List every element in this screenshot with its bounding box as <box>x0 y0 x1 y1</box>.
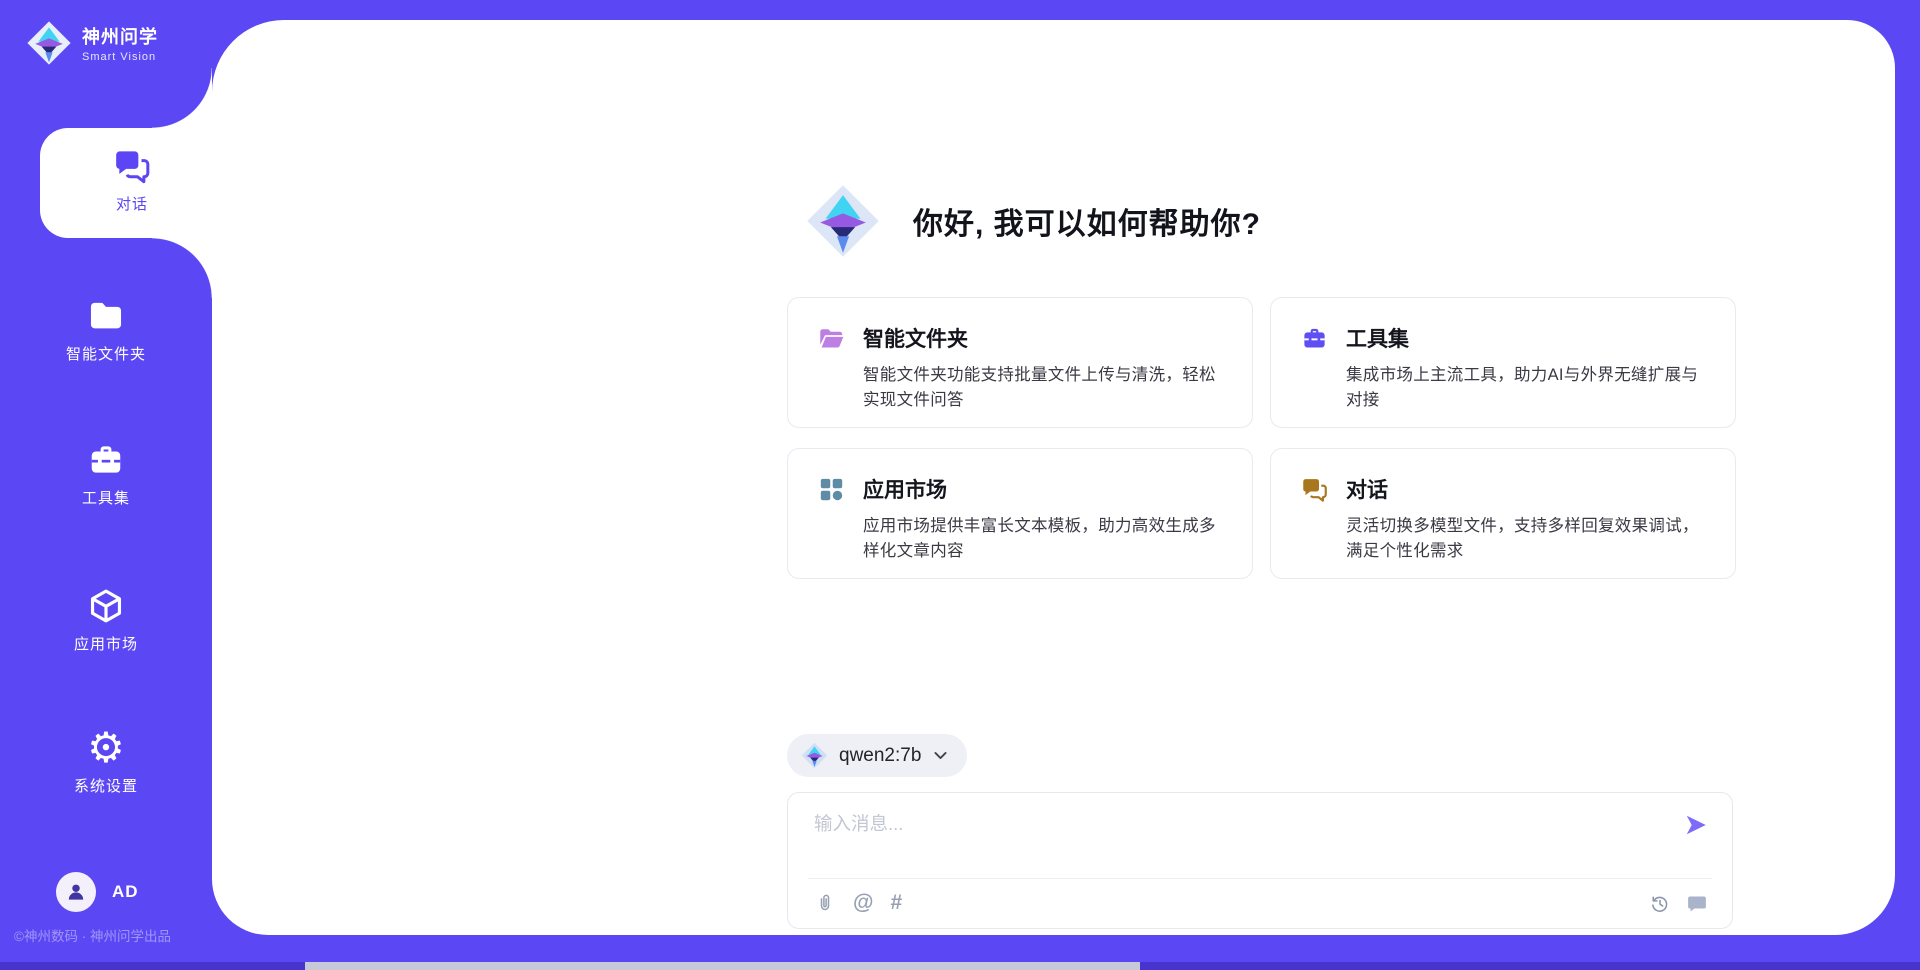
chevron-down-icon <box>932 747 949 764</box>
send-button[interactable] <box>1682 812 1710 840</box>
card-description: 智能文件夹功能支持批量文件上传与清洗，轻松实现文件问答 <box>863 363 1224 413</box>
assistant-logo-icon <box>805 183 881 259</box>
feature-card-app-market[interactable]: 应用市场 应用市场提供丰富长文本模板，助力高效生成多样化文章内容 <box>787 448 1253 579</box>
toolbox-icon <box>1301 325 1331 407</box>
app-logo: 神州问学 Smart Vision <box>26 20 158 66</box>
greeting: 你好, 我可以如何帮助你? <box>805 183 1261 259</box>
history-icon <box>1649 893 1671 915</box>
input-toolbar-right <box>1649 893 1708 915</box>
sidebar-item-toolset[interactable]: 工具集 <box>0 440 212 508</box>
card-title: 对话 <box>1346 474 1707 504</box>
copyright: ©神州数码 · 神州问学出品 <box>14 925 171 945</box>
sidebar-item-label: 工具集 <box>82 487 130 508</box>
sidebar-item-settings[interactable]: ⚙ 系统设置 <box>0 728 212 796</box>
folder-icon <box>86 296 126 336</box>
app-name: 神州问学 <box>82 23 158 49</box>
sidebar: 神州问学 Smart Vision 对话 智能文件夹 <box>0 0 212 970</box>
model-selector[interactable]: qwen2:7b <box>787 734 967 777</box>
user-icon <box>64 880 88 904</box>
card-description: 应用市场提供丰富长文本模板，助力高效生成多样化文章内容 <box>863 514 1224 564</box>
card-title: 工具集 <box>1346 323 1707 353</box>
tab-fillet-bottom <box>152 238 212 298</box>
chat-bubble-button[interactable] <box>1686 893 1708 915</box>
app-window: 神州问学 Smart Vision 对话 智能文件夹 <box>0 0 1920 970</box>
sidebar-item-label: 智能文件夹 <box>66 343 146 364</box>
model-logo-icon <box>801 742 828 769</box>
model-name: qwen2:7b <box>839 745 921 767</box>
folder-open-icon <box>818 325 848 407</box>
main-panel: 你好, 我可以如何帮助你? 智能文件夹 智能文件夹功能支持批量文件上传与清洗，轻… <box>212 20 1895 935</box>
chat-icon <box>112 146 152 186</box>
chat-icon <box>1301 476 1331 558</box>
sidebar-item-smart-folder[interactable]: 智能文件夹 <box>0 296 212 364</box>
input-divider <box>808 878 1712 879</box>
user-name: AD <box>112 882 139 902</box>
message-input[interactable] <box>814 813 1634 835</box>
card-description: 灵活切换多模型文件，支持多样回复效果调试，满足个性化需求 <box>1346 514 1707 564</box>
gear-icon: ⚙ <box>86 728 126 768</box>
cube-icon <box>86 586 126 626</box>
feature-cards: 智能文件夹 智能文件夹功能支持批量文件上传与清洗，轻松实现文件问答 工具集 集成… <box>787 297 1736 579</box>
input-toolbar-left: @ # <box>814 891 902 915</box>
app-subtitle: Smart Vision <box>82 51 158 63</box>
card-title: 智能文件夹 <box>863 323 1224 353</box>
send-icon <box>1683 812 1709 838</box>
feature-card-smart-folder[interactable]: 智能文件夹 智能文件夹功能支持批量文件上传与清洗，轻松实现文件问答 <box>787 297 1253 428</box>
card-title: 应用市场 <box>863 474 1224 504</box>
card-description: 集成市场上主流工具，助力AI与外界无缝扩展与对接 <box>1346 363 1707 413</box>
attachment-button[interactable] <box>814 892 836 914</box>
sidebar-item-label: 对话 <box>116 193 148 214</box>
app-logo-icon <box>26 20 72 66</box>
mention-button[interactable]: @ <box>853 891 873 915</box>
sidebar-item-chat[interactable]: 对话 <box>44 146 220 214</box>
grid-icon <box>818 476 848 558</box>
feature-card-chat[interactable]: 对话 灵活切换多模型文件，支持多样回复效果调试，满足个性化需求 <box>1270 448 1736 579</box>
sidebar-item-app-market[interactable]: 应用市场 <box>0 586 212 654</box>
chat-bubble-icon <box>1686 893 1708 915</box>
sidebar-item-label: 应用市场 <box>74 633 138 654</box>
avatar <box>56 872 96 912</box>
message-input-box: @ # <box>787 792 1733 929</box>
tab-fillet-top <box>152 68 212 128</box>
sidebar-item-label: 系统设置 <box>74 775 138 796</box>
hash-button[interactable]: # <box>890 891 902 915</box>
toolbox-icon <box>86 440 126 480</box>
user-profile[interactable]: AD <box>56 872 139 912</box>
attachment-icon <box>814 892 836 914</box>
greeting-title: 你好, 我可以如何帮助你? <box>913 199 1261 243</box>
horizontal-scrollbar[interactable] <box>0 962 1920 970</box>
scrollbar-thumb[interactable] <box>305 962 1140 970</box>
hash-icon: # <box>890 891 902 915</box>
history-button[interactable] <box>1649 893 1671 915</box>
mention-icon: @ <box>853 891 873 915</box>
feature-card-toolset[interactable]: 工具集 集成市场上主流工具，助力AI与外界无缝扩展与对接 <box>1270 297 1736 428</box>
